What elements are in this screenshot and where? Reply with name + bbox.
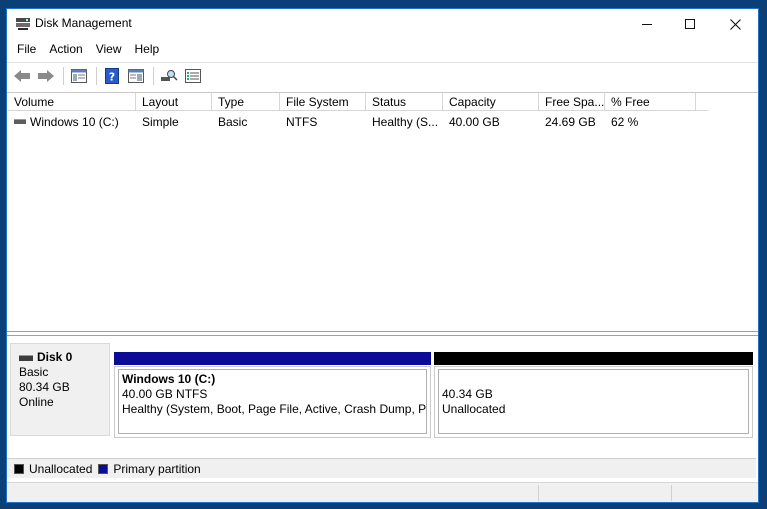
- forward-arrow-icon: [38, 69, 54, 82]
- disk-name: Disk 0: [37, 350, 73, 364]
- partition-size-fs: 40.00 GB NTFS: [122, 387, 208, 401]
- rescan-disks-button[interactable]: [158, 66, 180, 86]
- column-header-percent-free[interactable]: % Free: [605, 93, 696, 111]
- menu-file[interactable]: File: [11, 39, 43, 59]
- minimize-icon: [642, 23, 652, 25]
- window-title: Disk Management: [35, 16, 132, 30]
- show-hide-console-tree-button[interactable]: [68, 66, 90, 86]
- disk-size: 80.34 GB: [19, 380, 70, 394]
- menu-bar: File Action View Help: [7, 39, 758, 59]
- close-icon: [729, 18, 741, 30]
- list-view-icon: [185, 68, 201, 83]
- minimize-button[interactable]: [624, 9, 670, 39]
- partition-status: Healthy (System, Boot, Page File, Active…: [122, 402, 427, 416]
- volume-name: Windows 10 (C:): [30, 115, 119, 129]
- partition-body: 40.34 GB Unallocated: [434, 366, 753, 438]
- file-system-cell: NTFS: [286, 115, 318, 129]
- forward-button[interactable]: [35, 66, 57, 86]
- disk-graphical-view: Disk 0 Basic 80.34 GB Online Windows 10 …: [7, 335, 758, 457]
- column-header-file-system[interactable]: File System: [280, 93, 366, 111]
- legend-label-primary-partition: Primary partition: [113, 461, 201, 476]
- list-view-button[interactable]: [182, 66, 204, 86]
- type-cell: Basic: [218, 115, 248, 129]
- column-header-layout[interactable]: Layout: [136, 93, 212, 111]
- volume-list: Volume Layout Type File System Status Ca…: [7, 92, 758, 332]
- menu-action[interactable]: Action: [43, 39, 89, 59]
- column-header-type[interactable]: Type: [212, 93, 280, 111]
- partition-color-bar: [434, 352, 753, 365]
- maximize-icon: [685, 19, 695, 29]
- partition-body: Windows 10 (C:) 40.00 GB NTFS Healthy (S…: [114, 366, 431, 438]
- maximize-button[interactable]: [667, 9, 713, 39]
- legend-swatch-unallocated: [14, 463, 24, 474]
- help-icon: ?: [105, 67, 119, 84]
- properties-icon: [128, 68, 144, 83]
- column-header-capacity[interactable]: Capacity: [443, 93, 539, 111]
- svg-text:?: ?: [109, 70, 115, 83]
- desktop-background: [0, 0, 767, 8]
- disk-management-window: Disk Management File Action View Help ?: [6, 8, 759, 503]
- menu-help[interactable]: Help: [129, 39, 167, 59]
- status-cell: Healthy (S...: [372, 115, 439, 129]
- disk-management-app-icon: [16, 18, 30, 30]
- toolbar: ?: [7, 62, 758, 88]
- volume-list-header: Volume Layout Type File System Status Ca…: [8, 93, 708, 111]
- partition-name: Windows 10 (C:): [122, 372, 216, 386]
- column-header-status[interactable]: Status: [366, 93, 443, 111]
- column-header-volume[interactable]: Volume: [8, 93, 136, 111]
- free-space-cell: 24.69 GB: [545, 115, 596, 129]
- status-divider: [671, 485, 672, 501]
- disk-0-info[interactable]: Disk 0 Basic 80.34 GB Online: [10, 343, 110, 436]
- layout-cell: Simple: [142, 115, 179, 129]
- disk-state: Online: [19, 395, 54, 409]
- toolbar-separator: [63, 66, 64, 85]
- volume-cell: Windows 10 (C:): [8, 113, 136, 131]
- legend-swatch-primary-partition: [98, 463, 109, 474]
- status-divider: [538, 485, 539, 501]
- partition-color-bar: [114, 352, 431, 365]
- toolbar-separator: [96, 66, 97, 85]
- properties-button[interactable]: [125, 66, 147, 86]
- disk-title: Disk 0: [19, 350, 109, 365]
- search-icon: [161, 69, 178, 81]
- partition-details: Windows 10 (C:) 40.00 GB NTFS Healthy (S…: [118, 369, 427, 434]
- legend: Unallocated Primary partition: [7, 458, 756, 478]
- toolbar-separator: [153, 66, 154, 85]
- disk-type: Basic: [19, 365, 49, 379]
- partition-unallocated[interactable]: 40.34 GB Unallocated: [434, 352, 753, 438]
- title-bar[interactable]: Disk Management: [7, 9, 758, 39]
- table-row[interactable]: Windows 10 (C:) Simple Basic NTFS Health…: [8, 113, 696, 131]
- back-button[interactable]: [11, 66, 33, 86]
- close-button[interactable]: [712, 9, 758, 39]
- status-bar: [7, 482, 758, 502]
- percent-free-cell: 62 %: [611, 115, 639, 129]
- disk-icon: [19, 354, 33, 361]
- volume-icon: [14, 119, 26, 125]
- capacity-cell: 40.00 GB: [449, 115, 500, 129]
- menu-view[interactable]: View: [90, 39, 129, 59]
- console-tree-icon: [71, 68, 87, 83]
- partition-windows-c[interactable]: Windows 10 (C:) 40.00 GB NTFS Healthy (S…: [114, 352, 431, 438]
- back-arrow-icon: [14, 69, 30, 82]
- partition-status: Unallocated: [442, 402, 506, 416]
- column-header-free-space[interactable]: Free Spa...: [539, 93, 605, 111]
- help-button[interactable]: ?: [101, 66, 123, 86]
- legend-label-unallocated: Unallocated: [29, 461, 93, 476]
- partition-details: 40.34 GB Unallocated: [438, 369, 749, 434]
- partition-size: 40.34 GB: [442, 387, 493, 401]
